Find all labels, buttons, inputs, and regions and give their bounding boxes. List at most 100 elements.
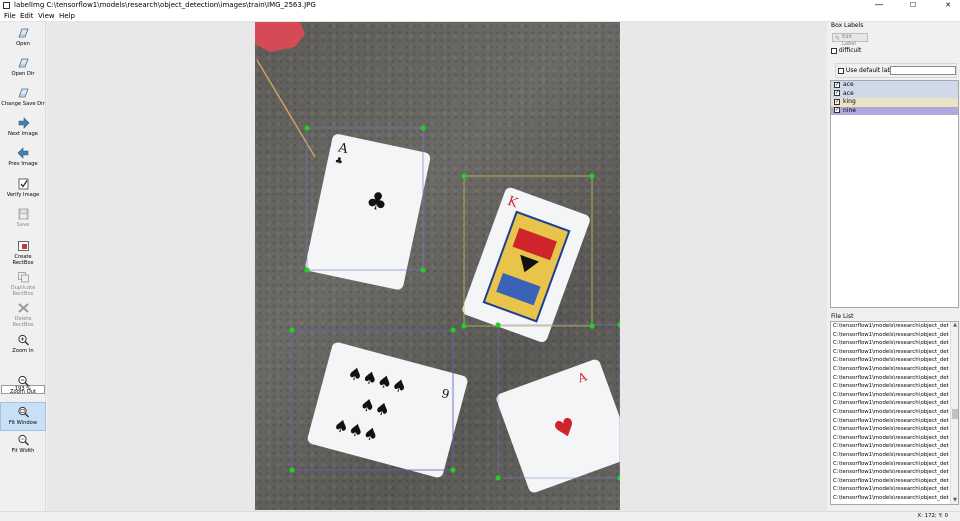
save-disk-icon bbox=[18, 208, 28, 220]
delete-x-icon bbox=[17, 303, 29, 313]
prev-image-button[interactable]: Prev Image bbox=[0, 147, 46, 167]
file-list-item[interactable]: C:\tensorflow1\models\research\object_de… bbox=[831, 322, 949, 331]
label-checkbox[interactable]: ✓ bbox=[834, 90, 840, 96]
label-item[interactable]: ✓ nine bbox=[831, 106, 958, 115]
file-list-scrollbar[interactable]: ▲ ▼ bbox=[950, 322, 958, 504]
change-save-dir-button[interactable]: Change Save Dir bbox=[0, 87, 46, 107]
file-list-item[interactable]: C:\tensorflow1\models\research\object_de… bbox=[831, 339, 949, 348]
label-text: ace bbox=[843, 89, 854, 97]
default-label-input[interactable] bbox=[890, 66, 956, 75]
file-list-item[interactable]: C:\tensorflow1\models\research\object_de… bbox=[831, 365, 949, 374]
open-dir-icon bbox=[17, 58, 29, 68]
cursor-coordinates: X: 172; Y: 0 bbox=[917, 513, 948, 519]
next-image-button[interactable]: Next Image bbox=[0, 117, 46, 137]
edit-label-button[interactable]: ✎ Edit Label bbox=[832, 33, 868, 47]
scrollbar-thumb[interactable] bbox=[952, 409, 958, 419]
file-list-item[interactable]: C:\tensorflow1\models\research\object_de… bbox=[831, 451, 949, 460]
file-list-item[interactable]: C:\tensorflow1\models\research\object_de… bbox=[831, 391, 949, 400]
file-list-panel: File List C:\tensorflow1\models\research… bbox=[829, 313, 960, 510]
create-rectbox-button[interactable]: Create RectBox bbox=[0, 240, 46, 266]
create-rectbox-icon bbox=[17, 241, 29, 251]
zoom-out-icon bbox=[17, 375, 29, 387]
arrow-right-icon bbox=[18, 117, 29, 129]
duplicate-rectbox-button[interactable]: Duplicate RectBox bbox=[0, 271, 46, 297]
minimize-button[interactable]: — bbox=[868, 0, 890, 11]
use-default-label-checkbox[interactable] bbox=[838, 67, 844, 74]
delete-rectbox-label-1: Delete bbox=[14, 316, 32, 322]
menu-help[interactable]: Help bbox=[59, 12, 75, 20]
fit-window-label: Fit Window bbox=[8, 420, 38, 426]
fit-width-button[interactable]: Fit Width bbox=[0, 434, 46, 454]
file-list-item[interactable]: C:\tensorflow1\models\research\object_de… bbox=[831, 477, 949, 486]
file-list-item[interactable]: C:\tensorflow1\models\research\object_de… bbox=[831, 408, 949, 417]
menu-view[interactable]: View bbox=[38, 12, 55, 20]
duplicate-rectbox-label-2: RectBox bbox=[12, 291, 34, 298]
open-button[interactable]: Open bbox=[0, 27, 46, 47]
file-list-item[interactable]: C:\tensorflow1\models\research\object_de… bbox=[831, 331, 949, 340]
fit-width-icon bbox=[17, 434, 29, 446]
file-list-item[interactable]: C:\tensorflow1\models\research\object_de… bbox=[831, 356, 949, 365]
file-list-item[interactable]: C:\tensorflow1\models\research\object_de… bbox=[831, 425, 949, 434]
file-list-item[interactable]: C:\tensorflow1\models\research\object_de… bbox=[831, 485, 949, 494]
close-button[interactable]: ✕ bbox=[937, 0, 959, 11]
menu-bar: File Edit View Help bbox=[0, 11, 960, 22]
label-checkbox[interactable]: ✓ bbox=[834, 98, 840, 105]
label-text: nine bbox=[843, 106, 856, 114]
prev-image-label: Prev Image bbox=[8, 161, 38, 167]
annotation-overlay[interactable]: A ♣ ♣ K 9 ♠♠♠♠ ♠♠ ♠♠♠ A ♥ bbox=[255, 22, 620, 510]
file-list-item[interactable]: C:\tensorflow1\models\research\object_de… bbox=[831, 434, 949, 443]
file-list-item[interactable]: C:\tensorflow1\models\research\object_de… bbox=[831, 399, 949, 408]
zoom-in-button[interactable]: Zoom In bbox=[0, 334, 46, 354]
file-list-item[interactable]: C:\tensorflow1\models\research\object_de… bbox=[831, 442, 949, 451]
ace-of-hearts-card: A ♥ bbox=[496, 359, 620, 493]
file-list-item[interactable]: C:\tensorflow1\models\research\object_de… bbox=[831, 348, 949, 357]
label-checkbox[interactable]: ✓ bbox=[834, 81, 840, 88]
label-list[interactable]: ✓ ace ✓ ace ✓ king ✓ nine bbox=[830, 80, 959, 308]
label-item[interactable]: ✓ king bbox=[831, 98, 958, 107]
label-item[interactable]: ✓ ace bbox=[831, 81, 958, 90]
verify-check-icon bbox=[18, 178, 28, 190]
difficult-checkbox-row[interactable]: difficult bbox=[831, 47, 861, 54]
duplicate-rectbox-label-1: Duplicate bbox=[10, 285, 36, 291]
verify-image-button[interactable]: Verify Image bbox=[0, 178, 46, 198]
open-dir-button[interactable]: Open Dir bbox=[0, 57, 46, 77]
app-icon bbox=[3, 2, 10, 9]
label-checkbox[interactable]: ✓ bbox=[834, 107, 840, 113]
scroll-up-arrow-icon[interactable]: ▲ bbox=[951, 322, 958, 329]
label-item[interactable]: ✓ ace bbox=[831, 89, 958, 98]
label-text: ace bbox=[843, 81, 854, 88]
file-list-item[interactable]: C:\tensorflow1\models\research\object_de… bbox=[831, 468, 949, 477]
file-list-item[interactable]: C:\tensorflow1\models\research\object_de… bbox=[831, 374, 949, 383]
zoom-out-label: Zoom Out bbox=[9, 389, 36, 395]
box-labels-panel: Box Labels ✎ Edit Label difficult Use de… bbox=[829, 22, 960, 310]
file-list-item[interactable]: C:\tensorflow1\models\research\object_de… bbox=[831, 460, 949, 469]
file-list-item[interactable]: C:\tensorflow1\models\research\object_de… bbox=[831, 494, 949, 503]
duplicate-icon bbox=[17, 272, 29, 283]
status-bar: X: 172; Y: 0 bbox=[0, 511, 960, 521]
file-rows: C:\tensorflow1\models\research\object_de… bbox=[831, 322, 958, 502]
file-list[interactable]: C:\tensorflow1\models\research\object_de… bbox=[830, 321, 959, 505]
use-default-label-text: Use default label bbox=[845, 67, 897, 74]
maximize-button[interactable]: ☐ bbox=[902, 0, 924, 11]
file-list-item[interactable]: C:\tensorflow1\models\research\object_de… bbox=[831, 417, 949, 426]
difficult-checkbox[interactable] bbox=[831, 47, 837, 54]
delete-rectbox-label-2: RectBox bbox=[12, 322, 34, 329]
open-label: Open bbox=[16, 41, 30, 47]
box-labels-title: Box Labels bbox=[831, 22, 864, 29]
next-image-label: Next Image bbox=[8, 131, 38, 137]
scroll-down-arrow-icon[interactable]: ▼ bbox=[951, 497, 958, 504]
delete-rectbox-button[interactable]: Delete RectBox bbox=[0, 302, 46, 328]
zoom-in-label: Zoom In bbox=[12, 348, 34, 354]
image-canvas[interactable]: A ♣ ♣ K 9 ♠♠♠♠ ♠♠ ♠♠♠ A ♥ bbox=[255, 22, 620, 510]
file-list-item[interactable]: C:\tensorflow1\models\research\object_de… bbox=[831, 382, 949, 391]
menu-file[interactable]: File bbox=[4, 12, 16, 20]
window-title: labelImg C:\tensorflow1\models\research\… bbox=[14, 1, 316, 9]
difficult-label: difficult bbox=[838, 47, 862, 54]
save-button[interactable]: Save bbox=[0, 208, 46, 228]
nine-of-spades-card: 9 ♠♠♠♠ ♠♠ ♠♠♠ bbox=[307, 342, 468, 478]
zoom-out-button[interactable]: Zoom Out bbox=[0, 375, 46, 395]
fit-window-button[interactable]: Fit Window bbox=[0, 402, 46, 431]
open-dir-label: Open Dir bbox=[11, 71, 35, 77]
use-default-label-row[interactable]: Use default label bbox=[838, 67, 897, 74]
menu-edit[interactable]: Edit bbox=[20, 12, 34, 20]
